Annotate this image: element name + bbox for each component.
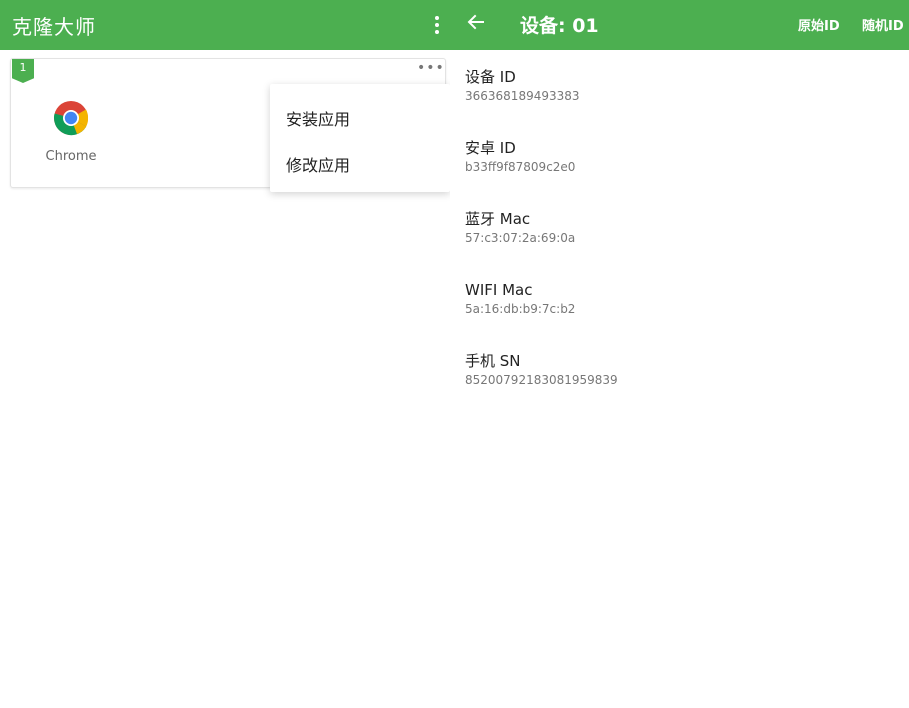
wifi-mac-field: WIFI Mac 5a:16:db:b9:7c:b2 xyxy=(465,281,575,317)
original-id-button[interactable]: 原始ID xyxy=(798,15,840,34)
field-label: 手机 SN xyxy=(465,352,521,370)
device-app-bar: 设备: 01 原始ID 随机ID xyxy=(450,0,909,50)
field-value: 5a:16:db:b9:7c:b2 xyxy=(465,302,576,316)
more-vert-icon[interactable] xyxy=(429,12,445,38)
menu-item-install-app[interactable]: 安装应用 xyxy=(286,106,350,130)
field-label: 安卓 ID xyxy=(465,139,516,157)
app-popup-menu: 安装应用 修改应用 xyxy=(270,84,450,192)
menu-item-modify-app[interactable]: 修改应用 xyxy=(286,152,350,176)
phone-sn-field: 手机 SN 85200792183081959839 xyxy=(465,352,618,388)
field-label: WIFI Mac xyxy=(465,281,533,299)
app-title: 克隆大师 xyxy=(12,15,96,39)
device-id-field: 设备 ID 366368189493383 xyxy=(465,68,580,104)
bluetooth-mac-field: 蓝牙 Mac 57:c3:07:2a:69:0a xyxy=(465,210,575,246)
field-value: b33ff9f87809c2e0 xyxy=(465,160,576,174)
card-number-badge: 1 xyxy=(12,59,34,83)
field-label: 蓝牙 Mac xyxy=(465,210,531,228)
app-list-screen: 克隆大师 1 ••• Chrome 安装应用 修改应用 xyxy=(0,0,450,708)
field-label: 设备 ID xyxy=(465,68,516,86)
random-id-button[interactable]: 随机ID xyxy=(862,15,904,34)
chrome-icon[interactable] xyxy=(53,100,89,136)
device-title: 设备: 01 xyxy=(520,15,599,37)
device-detail-screen: 设备: 01 原始ID 随机ID 设备 ID 366368189493383 安… xyxy=(450,0,909,708)
field-value: 366368189493383 xyxy=(465,89,580,103)
android-id-field: 安卓 ID b33ff9f87809c2e0 xyxy=(465,139,575,175)
app-bar: 克隆大师 xyxy=(0,0,450,50)
field-value: 57:c3:07:2a:69:0a xyxy=(465,231,576,245)
arrow-left-icon[interactable] xyxy=(466,12,486,32)
field-value: 85200792183081959839 xyxy=(465,373,618,387)
more-horiz-icon[interactable]: ••• xyxy=(417,60,445,76)
app-name: Chrome xyxy=(45,149,97,164)
